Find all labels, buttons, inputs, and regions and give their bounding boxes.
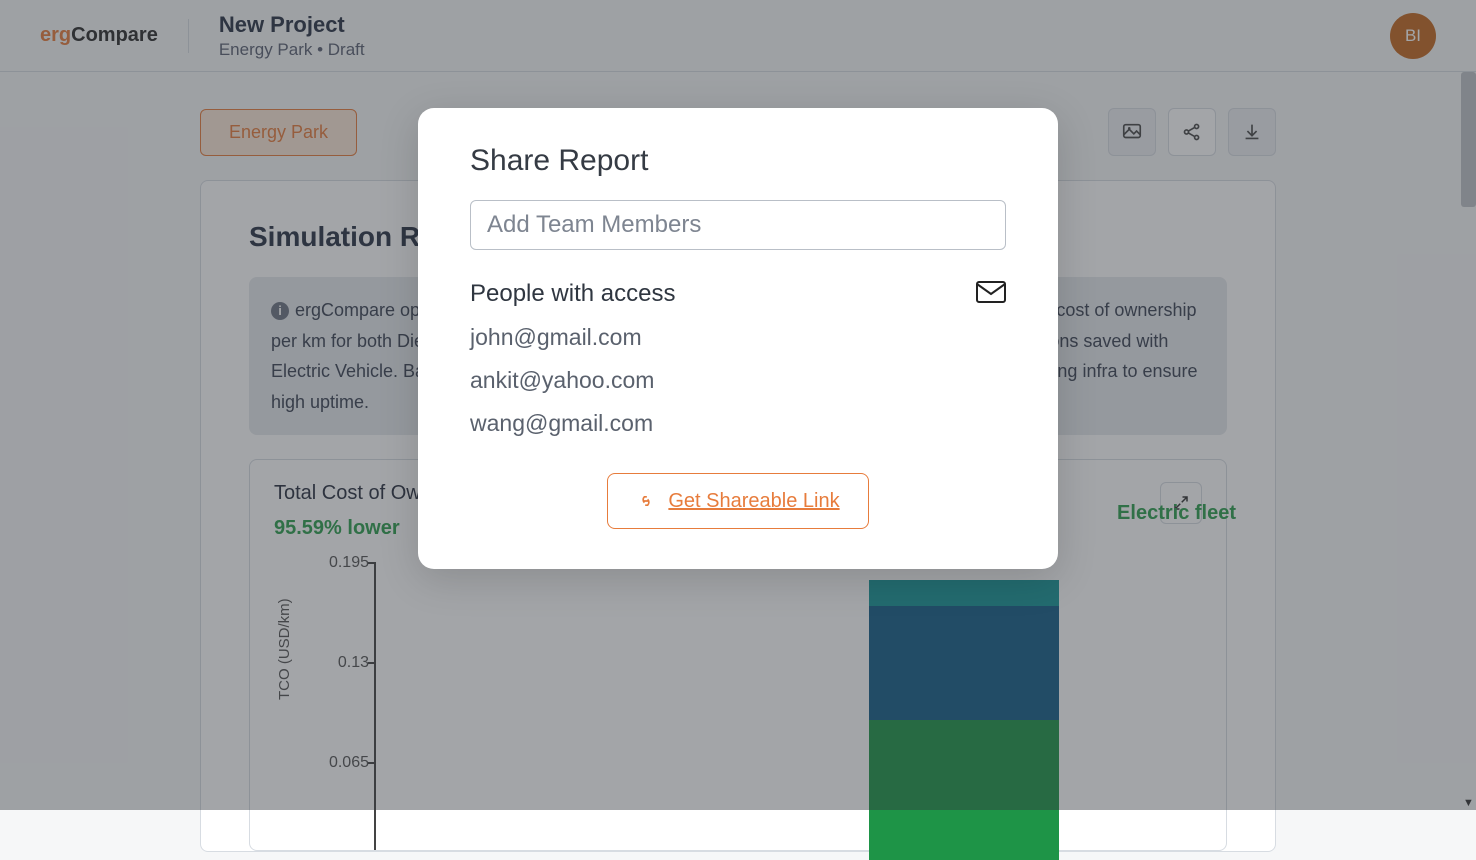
project-subtitle: Energy Park • Draft [219, 40, 365, 60]
bar-segment-green [869, 720, 1059, 860]
y-axis-line [374, 562, 376, 850]
link-button-label: Get Shareable Link [668, 490, 839, 513]
share-report-modal: Share Report People with access john@gma… [418, 108, 1058, 569]
y-tick-1: 0.13 [309, 654, 369, 672]
bar-segment-teal [869, 580, 1059, 606]
tab-energy-park[interactable]: Energy Park [200, 109, 357, 156]
link-icon [636, 491, 656, 511]
access-title: People with access [470, 280, 675, 308]
person-0: john@gmail.com [470, 324, 1006, 351]
project-title: New Project [219, 12, 365, 38]
brand-suffix: Compare [71, 24, 158, 46]
app-header: ergCompare New Project Energy Park • Dra… [0, 0, 1476, 72]
person-1: ankit@yahoo.com [470, 367, 1006, 394]
project-status: Draft [328, 40, 365, 59]
user-avatar[interactable]: BI [1390, 13, 1436, 59]
brand-prefix: erg [40, 24, 71, 46]
share-icon [1181, 121, 1203, 143]
add-team-members-input[interactable] [470, 200, 1006, 250]
share-button[interactable] [1168, 108, 1216, 156]
chart-side-note: Electric fleet [1117, 502, 1236, 525]
scrollbar-down-arrow[interactable]: ▼ [1461, 795, 1476, 810]
image-icon [1121, 121, 1143, 143]
y-tick-mark-1 [368, 662, 376, 664]
scrollbar-thumb[interactable] [1461, 72, 1476, 207]
y-tick-mark-2 [368, 762, 376, 764]
tco-chart: TCO (USD/km) 0.195 0.13 0.065 [274, 550, 1202, 850]
info-icon: i [271, 302, 289, 320]
bar-electric-fleet [869, 550, 1059, 860]
download-button[interactable] [1228, 108, 1276, 156]
image-export-button[interactable] [1108, 108, 1156, 156]
brand-logo[interactable]: ergCompare [40, 24, 158, 47]
get-shareable-link-button[interactable]: Get Shareable Link [607, 473, 869, 529]
y-axis-label: TCO (USD/km) [276, 599, 293, 701]
project-context: Energy Park [219, 40, 313, 59]
access-row: People with access [470, 280, 1006, 308]
header-divider [188, 19, 189, 53]
project-block: New Project Energy Park • Draft [219, 12, 365, 60]
y-tick-2: 0.065 [309, 754, 369, 772]
mail-icon[interactable] [976, 281, 1006, 308]
y-tick-mark-0 [368, 562, 376, 564]
person-2: wang@gmail.com [470, 410, 1006, 437]
y-tick-0: 0.195 [309, 554, 369, 572]
download-icon [1241, 121, 1263, 143]
bar-segment-blue [869, 606, 1059, 720]
modal-title: Share Report [470, 144, 1006, 178]
